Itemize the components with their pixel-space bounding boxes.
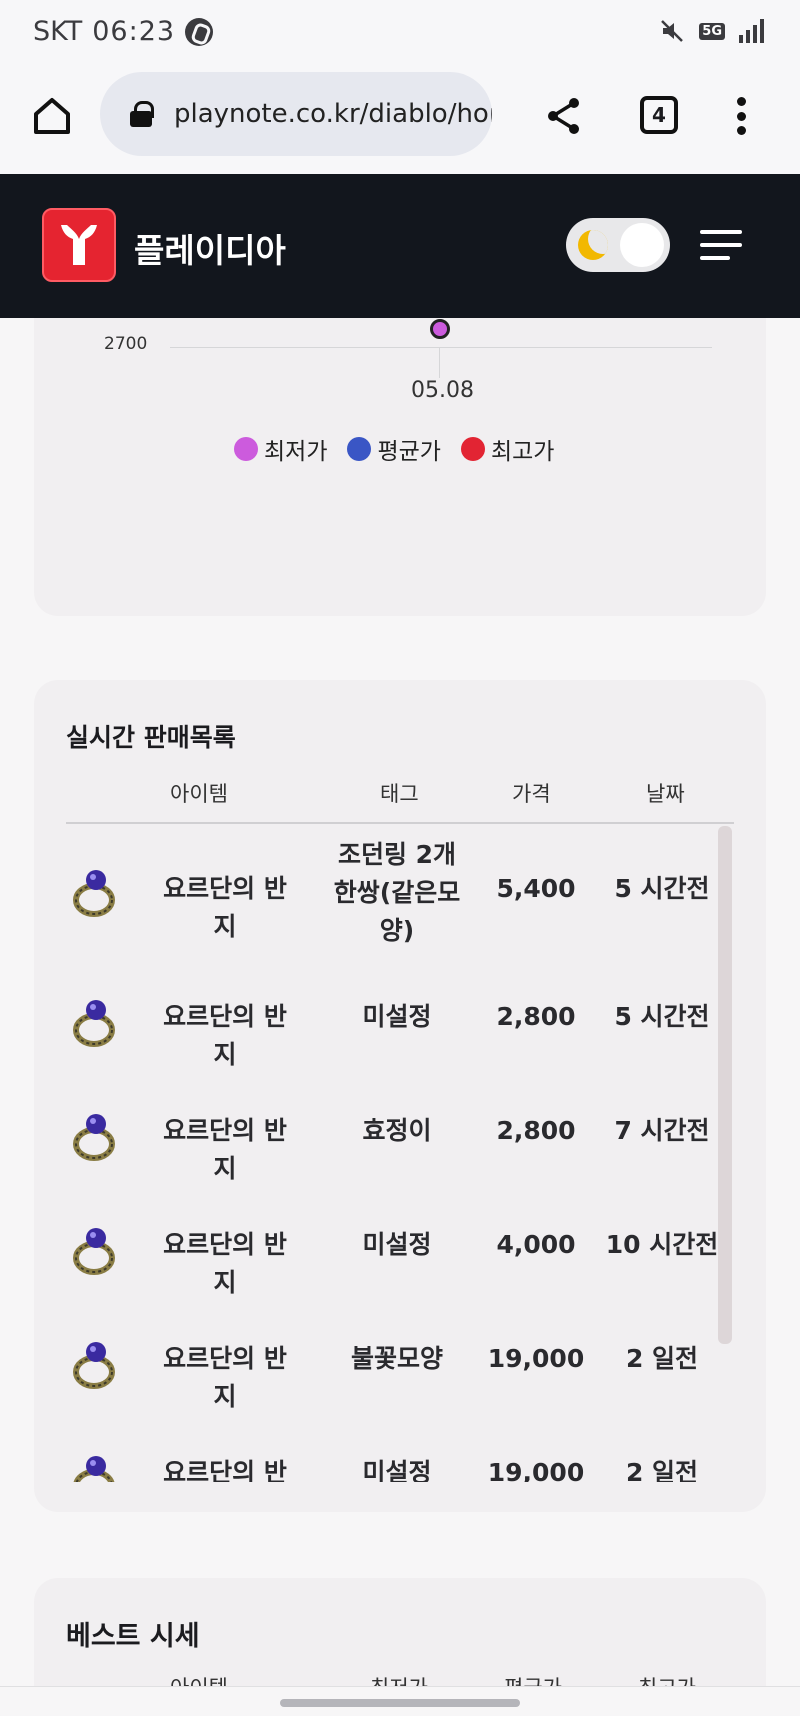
item-price: 5,400 (496, 874, 576, 903)
carrier-label: SKT (33, 16, 83, 47)
item-date: 5 시간전 (614, 1002, 710, 1031)
ring-item-icon (73, 1228, 115, 1275)
signal-icon (739, 19, 764, 43)
hamburger-menu-icon[interactable] (700, 230, 742, 260)
ring-item-icon (73, 1000, 115, 1047)
item-price: 4,000 (496, 1230, 576, 1259)
table-row[interactable]: 요르단의 반지 미설정 2,800 5 시간전 (34, 954, 766, 1069)
ring-item-icon (73, 1456, 115, 1482)
item-name[interactable]: 요르단의 반지 (160, 1454, 290, 1482)
item-tag: 조던링 2개 한쌍(같은모양) (333, 840, 461, 945)
legend-swatch-max (460, 437, 485, 461)
item-name[interactable]: 요르단의 반지 (160, 1340, 290, 1416)
item-name[interactable]: 요르단의 반지 (160, 1226, 290, 1302)
network-icon: 5G (699, 22, 725, 40)
legend-label-min: 최저가 (264, 439, 328, 465)
dark-mode-toggle[interactable] (566, 218, 670, 272)
ring-item-icon (73, 1114, 115, 1161)
item-tag: 미설정 (362, 1230, 432, 1259)
item-tag: 불꽃모양 (350, 1344, 443, 1373)
status-right: 5G (659, 18, 764, 44)
status-left: SKT 06:23 (33, 16, 214, 47)
shazam-icon (185, 17, 214, 46)
lock-icon (130, 101, 154, 127)
item-name[interactable]: 요르단의 반지 (160, 1112, 290, 1188)
share-icon[interactable] (542, 94, 586, 138)
chart-x-tick-label: 05.08 (411, 378, 474, 403)
item-tag: 효정이 (362, 1116, 432, 1145)
moon-icon (578, 230, 608, 260)
status-bar: SKT 06:23 5G (0, 0, 800, 70)
table-row[interactable]: 요르단의 반지 조던링 2개 한쌍(같은모양) 5,400 5 시간전 (34, 824, 766, 954)
best-price-title: 베스트 시세 (66, 1621, 200, 1652)
toggle-knob (620, 223, 664, 267)
price-chart-card (34, 318, 766, 616)
column-header-date: 날짜 (646, 782, 685, 806)
home-icon[interactable] (30, 94, 74, 138)
item-tag: 미설정 (362, 1002, 432, 1031)
table-row[interactable]: 요르단의 반지 미설정 19,000 2 일전 (34, 1410, 766, 1482)
site-logo[interactable] (42, 208, 116, 282)
ring-item-icon (73, 870, 115, 917)
legend-item-avg[interactable]: 평균가 (347, 432, 441, 466)
ring-item-icon (73, 1342, 115, 1389)
table-scrollbar[interactable] (718, 826, 732, 1344)
site-header: 플레이디아 (0, 174, 800, 318)
column-header-price: 가격 (512, 782, 551, 806)
legend-swatch-min (234, 437, 258, 461)
chart-legend: 최저가 평균가 최고가 (234, 432, 554, 466)
url-text[interactable]: playnote.co.kr/diablo/hor (174, 99, 492, 129)
home-gesture-pill[interactable] (280, 1699, 520, 1707)
item-price: 2,800 (496, 1116, 576, 1145)
table-row[interactable]: 요르단의 반지 효정이 2,800 7 시간전 (34, 1068, 766, 1183)
realtime-sales-title: 실시간 판매목록 (66, 723, 236, 752)
legend-item-max[interactable]: 최고가 (460, 432, 555, 466)
chart-x-tick-mark (439, 348, 440, 378)
item-name[interactable]: 요르단의 반지 (160, 870, 290, 946)
overflow-menu-icon[interactable] (728, 94, 754, 138)
item-price: 2,800 (496, 1002, 576, 1031)
column-header-tag: 태그 (380, 782, 419, 806)
mute-icon (661, 20, 684, 42)
column-header-item: 아이템 (170, 782, 228, 806)
item-price: 19,000 (487, 1458, 585, 1482)
legend-label-avg: 평균가 (377, 439, 441, 465)
item-tag: 미설정 (362, 1458, 432, 1482)
item-date: 10 시간전 (605, 1230, 719, 1259)
clock: 06:23 (92, 16, 176, 47)
sales-table-body[interactable]: 요르단의 반지 조던링 2개 한쌍(같은모양) 5,400 5 시간전 요르단의… (34, 824, 766, 1482)
item-date: 5 시간전 (614, 874, 710, 903)
chart-gridline (170, 347, 712, 348)
address-bar[interactable]: playnote.co.kr/diablo/hor (100, 72, 492, 156)
browser-toolbar: playnote.co.kr/diablo/hor 4 (0, 70, 800, 174)
item-price: 19,000 (487, 1344, 585, 1373)
table-row[interactable]: 요르단의 반지 불꽃모양 19,000 2 일전 (34, 1296, 766, 1411)
legend-swatch-avg (347, 437, 372, 461)
legend-item-min[interactable]: 최저가 (234, 432, 327, 466)
site-name[interactable]: 플레이디아 (134, 224, 286, 272)
system-nav-bar (0, 1686, 800, 1716)
legend-label-max: 최고가 (490, 439, 555, 465)
table-row[interactable]: 요르단의 반지 미설정 4,000 10 시간전 (34, 1182, 766, 1297)
logo-hands-icon (61, 225, 97, 265)
item-date: 2 일전 (625, 1344, 699, 1373)
item-date: 2 일전 (625, 1458, 699, 1482)
chart-point-min-price[interactable] (430, 319, 450, 339)
item-date: 7 시간전 (614, 1116, 710, 1145)
tabs-count-button[interactable]: 4 (640, 96, 678, 134)
chart-y-tick-label: 2700 (104, 334, 148, 354)
item-name[interactable]: 요르단의 반지 (160, 998, 290, 1074)
